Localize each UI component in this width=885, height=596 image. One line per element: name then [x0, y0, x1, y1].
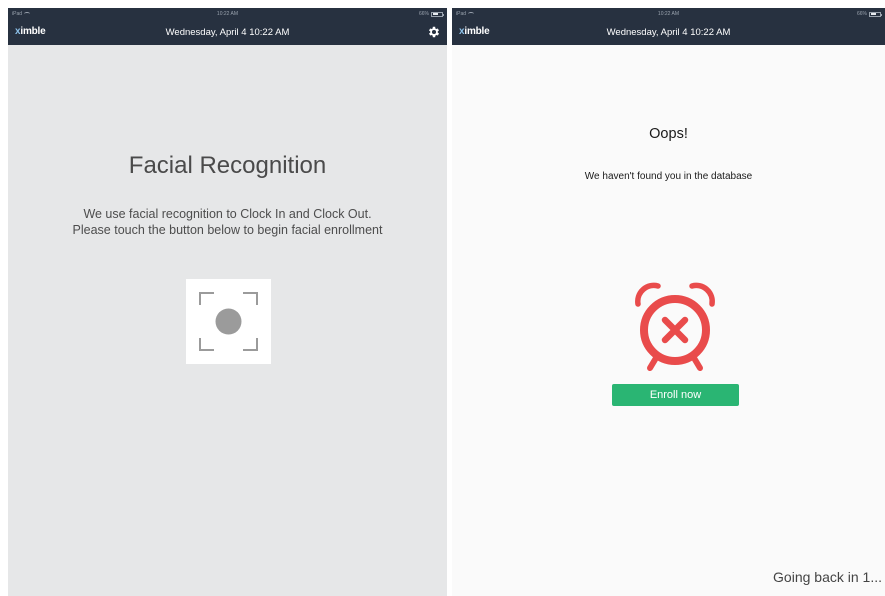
page-description: We use facial recognition to Clock In an… [8, 206, 447, 238]
battery-percent: 66% [418, 11, 429, 17]
description-line-2: Please touch the button below to begin f… [72, 223, 383, 237]
app-header: ximble Wednesday, April 4 10:22 AM [452, 20, 885, 45]
gear-icon[interactable] [427, 25, 441, 39]
status-time: 10:22 AM [216, 11, 239, 17]
header-date-time: Wednesday, April 4 10:22 AM [606, 27, 731, 38]
page-title: Facial Recognition [128, 152, 327, 179]
countdown-text: Going back in 1... [773, 569, 882, 585]
description-line-1: We use facial recognition to Clock In an… [83, 207, 372, 221]
status-time: 10:22 AM [657, 11, 680, 17]
app-header: ximble Wednesday, April 4 10:22 AM [8, 20, 447, 45]
status-bar: iPad 10:22 AM 66% [8, 8, 447, 20]
error-title: Oops! [649, 126, 688, 142]
battery-indicator: 66% [418, 11, 444, 17]
battery-icon [431, 11, 444, 17]
enroll-now-button[interactable]: Enroll now [612, 384, 739, 406]
enrollment-screen: iPad 10:22 AM 66% ximble Wednesday, Apri… [8, 8, 447, 596]
battery-percent: 66% [856, 11, 867, 17]
face-scan-icon [199, 292, 258, 351]
alarm-clock-error-icon [635, 282, 715, 371]
battery-indicator: 66% [856, 11, 882, 17]
battery-icon [869, 11, 882, 17]
error-message: We haven't found you in the database [584, 171, 753, 182]
face-enrollment-button[interactable] [186, 279, 271, 364]
header-date-time: Wednesday, April 4 10:22 AM [165, 27, 290, 38]
status-bar: iPad 10:22 AM 66% [452, 8, 885, 20]
not-found-screen: iPad 10:22 AM 66% ximble Wednesday, Apri… [452, 8, 885, 596]
